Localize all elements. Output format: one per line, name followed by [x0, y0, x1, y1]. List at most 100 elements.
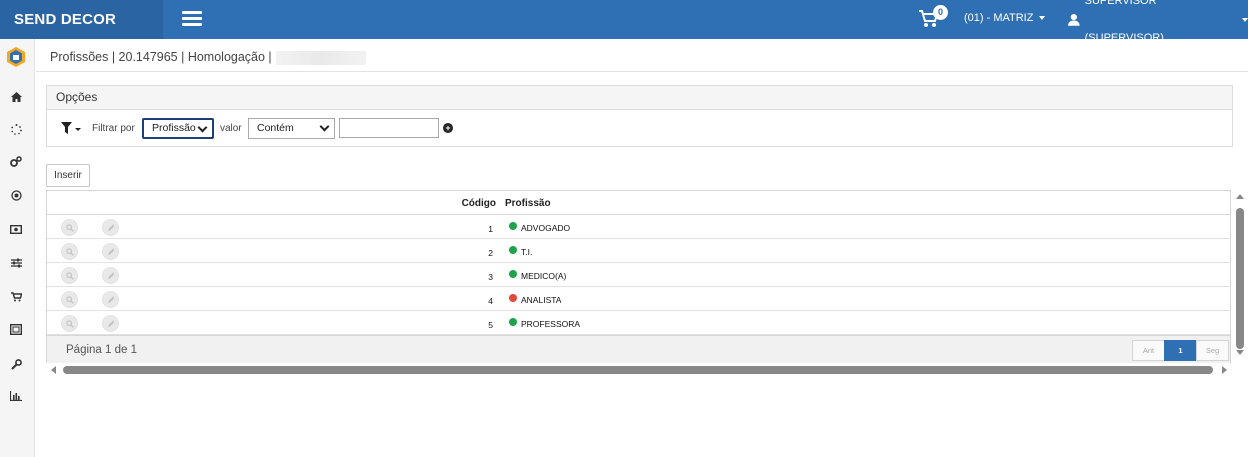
- filter-funnel-icon[interactable]: [61, 122, 81, 136]
- edit-button[interactable]: [102, 291, 119, 308]
- sidebar-item-target[interactable]: [8, 187, 24, 203]
- status-dot: [509, 270, 517, 278]
- horizontal-scroll-thumb[interactable]: [63, 366, 1213, 374]
- redacted-text: [275, 50, 366, 65]
- pager-page-button[interactable]: 1: [1164, 340, 1197, 361]
- sidebar-item-adjustments[interactable]: [8, 255, 24, 271]
- search-icon: [65, 295, 74, 304]
- sidebar-item-sales[interactable]: [8, 289, 24, 305]
- filter-field-select[interactable]: Profissão: [142, 118, 214, 139]
- status-dot: [509, 294, 517, 302]
- user-menu[interactable]: SUPERVISOR (SUPERVISOR): [1068, 0, 1248, 44]
- cell-profession: ANALISTA: [521, 295, 562, 305]
- user-label: SUPERVISOR (SUPERVISOR): [1084, 0, 1164, 44]
- cart-icon: [10, 292, 22, 302]
- breadcrumb: Profissões | 20.147965 | Homologação |: [50, 50, 366, 65]
- sidebar-item-tools[interactable]: [8, 356, 24, 372]
- table-row[interactable]: 4 ANALISTA: [47, 287, 1230, 311]
- cell-profession: PROFESSORA: [521, 319, 581, 329]
- view-button[interactable]: [61, 267, 78, 284]
- insert-button[interactable]: Inserir: [46, 164, 90, 187]
- edit-pencil-icon: [107, 248, 114, 255]
- edit-pencil-icon: [107, 224, 114, 231]
- gears-icon: [10, 155, 22, 167]
- sidebar-item-finance[interactable]: [8, 221, 24, 237]
- edit-button[interactable]: [102, 267, 119, 284]
- view-button[interactable]: [61, 243, 78, 260]
- filter-value-input[interactable]: [339, 118, 439, 138]
- column-header-profession[interactable]: Profissão: [505, 198, 551, 209]
- cell-profession: ADVOGADO: [521, 223, 571, 233]
- chevron-down-icon: [197, 122, 208, 133]
- edit-button[interactable]: [102, 219, 119, 236]
- options-panel: Opções Filtrar por Profissão valor Conté…: [46, 85, 1233, 147]
- sidebar-item-settings[interactable]: [8, 153, 24, 169]
- add-filter-icon[interactable]: +: [443, 123, 453, 133]
- breadcrumb-text: Profissões | 20.147965 | Homologação |: [50, 50, 272, 64]
- value-label: valor: [220, 123, 242, 134]
- search-icon: [65, 271, 74, 280]
- status-dot: [509, 318, 517, 326]
- vertical-scroll-thumb[interactable]: [1236, 208, 1244, 349]
- scroll-right-arrow-icon[interactable]: [1222, 366, 1227, 374]
- scroll-down-arrow-icon[interactable]: [1236, 350, 1244, 355]
- cell-code: 1: [488, 224, 493, 234]
- status-dot: [509, 246, 517, 254]
- pager: Ant 1 Seg: [1132, 340, 1229, 361]
- sidebar-item-home[interactable]: [8, 89, 24, 105]
- edit-pencil-icon: [107, 296, 114, 303]
- chevron-down-icon: [1242, 17, 1248, 22]
- horizontal-scrollbar[interactable]: [46, 364, 1233, 376]
- search-icon: [65, 319, 74, 328]
- chevron-down-icon: [319, 121, 330, 132]
- page-info: Página 1 de 1: [66, 344, 137, 356]
- search-icon: [65, 223, 74, 232]
- operator-value: Contém: [257, 122, 294, 134]
- filter-field-value: Profissão: [152, 122, 196, 134]
- cell-profession: T.I.: [521, 247, 533, 257]
- column-header-code[interactable]: Código: [462, 198, 496, 209]
- target-icon: [10, 189, 22, 201]
- grid-footer: Página 1 de 1 Ant 1 Seg: [47, 335, 1230, 363]
- cell-code: 3: [488, 272, 493, 282]
- cart-button[interactable]: 0: [918, 5, 948, 31]
- filter-by-label: Filtrar por: [92, 123, 135, 134]
- sidebar: [0, 39, 35, 457]
- pager-prev-button[interactable]: Ant: [1132, 340, 1165, 361]
- menu-toggle-icon[interactable]: [182, 11, 202, 26]
- grid-header: Código Profissão: [47, 191, 1230, 215]
- app-logo-icon[interactable]: [5, 46, 27, 68]
- pager-next-button[interactable]: Seg: [1196, 340, 1229, 361]
- branch-selector[interactable]: (01) - MATRIZ: [964, 0, 1046, 39]
- edit-pencil-icon: [107, 272, 114, 279]
- sidebar-item-reports[interactable]: [8, 388, 24, 404]
- scroll-up-arrow-icon[interactable]: [1236, 194, 1244, 199]
- sidebar-item-loading[interactable]: [8, 121, 24, 137]
- cell-profession: MEDICO(A): [521, 271, 567, 281]
- edit-button[interactable]: [102, 243, 119, 260]
- header-divider: [36, 71, 1248, 72]
- table-row[interactable]: 1 ADVOGADO: [47, 215, 1230, 239]
- spinner-icon: [10, 123, 22, 135]
- professions-grid: Código Profissão 1 ADVOGADO 2 T.I. 3 MEDICO(A…: [46, 190, 1231, 363]
- view-button[interactable]: [61, 315, 78, 332]
- view-button[interactable]: [61, 219, 78, 236]
- table-row[interactable]: 3 MEDICO(A): [47, 263, 1230, 287]
- cell-code: 4: [488, 296, 493, 306]
- operator-select[interactable]: Contém: [248, 118, 335, 139]
- sidebar-item-gallery[interactable]: [8, 321, 24, 337]
- user-icon: [1068, 13, 1080, 26]
- search-icon: [65, 247, 74, 256]
- bar-chart-icon: [10, 391, 22, 401]
- cell-code: 2: [488, 248, 493, 258]
- edit-button[interactable]: [102, 315, 119, 332]
- scroll-left-arrow-icon[interactable]: [51, 366, 56, 374]
- brand-logo-text[interactable]: SEND DECOR: [0, 0, 163, 39]
- vertical-scrollbar[interactable]: [1233, 190, 1247, 362]
- table-row[interactable]: 2 T.I.: [47, 239, 1230, 263]
- chevron-down-icon: [1039, 16, 1046, 21]
- table-row[interactable]: 5 PROFESSORA: [47, 311, 1230, 335]
- view-button[interactable]: [61, 291, 78, 308]
- top-bar: SEND DECOR 0 (01) - MATRIZ SUPERVISOR (S…: [0, 0, 1248, 44]
- filter-row: Filtrar por Profissão valor Contém +: [47, 110, 1232, 147]
